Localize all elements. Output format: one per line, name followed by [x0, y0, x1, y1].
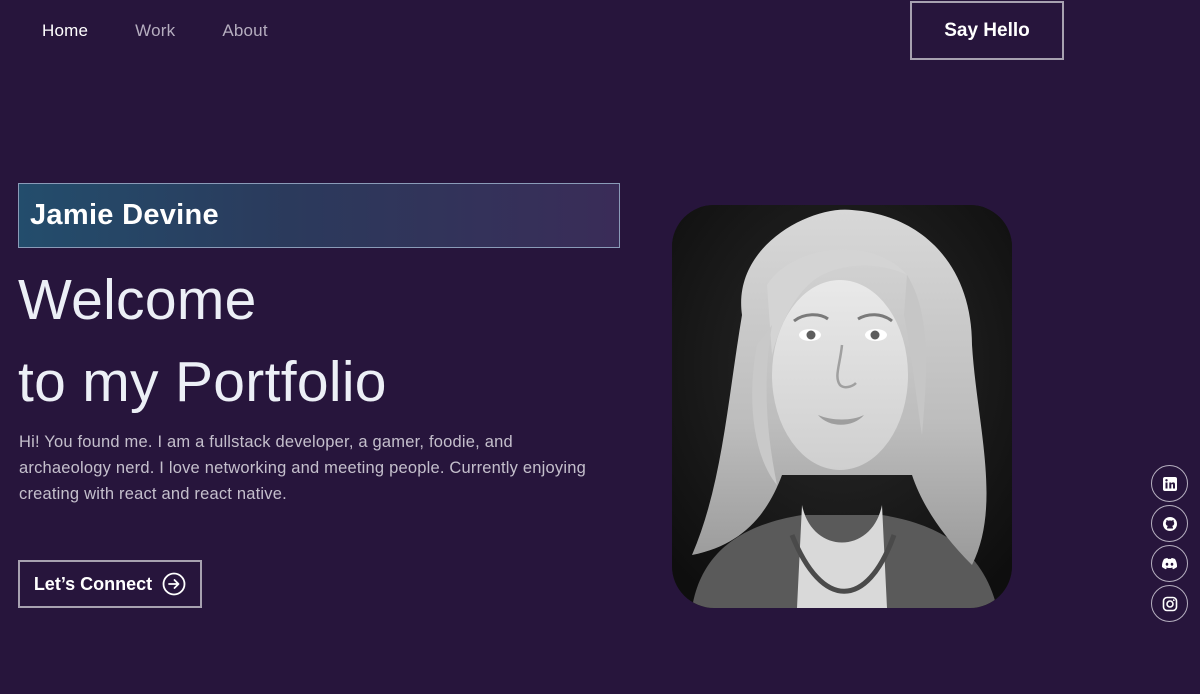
instagram-icon [1162, 596, 1178, 612]
discord-icon [1161, 557, 1178, 571]
lets-connect-label: Let’s Connect [33, 573, 153, 594]
nav-links: Home Work About [42, 21, 268, 41]
say-hello-button[interactable]: Say Hello [910, 1, 1064, 60]
intro-paragraph: Hi! You found me. I am a fullstack devel… [19, 433, 586, 503]
linkedin-link[interactable] [1151, 465, 1188, 502]
name-text: Jamie Devine [30, 199, 219, 231]
arrow-circle-right-icon [162, 572, 186, 596]
profile-photo [672, 205, 1012, 608]
nav-link-home[interactable]: Home [42, 21, 88, 41]
social-links [1151, 465, 1188, 622]
headline-line-2: to my Portfolio [18, 350, 387, 414]
nav-link-work[interactable]: Work [135, 21, 175, 41]
instagram-link[interactable] [1151, 585, 1188, 622]
github-link[interactable] [1151, 505, 1188, 542]
lets-connect-button[interactable]: Let’s Connect [18, 560, 202, 608]
name-banner: Jamie Devine [18, 183, 620, 248]
nav-link-about[interactable]: About [222, 21, 267, 41]
headline-line-1: Welcome [18, 268, 257, 332]
discord-link[interactable] [1151, 545, 1188, 582]
linkedin-icon [1162, 476, 1178, 492]
github-icon [1162, 516, 1178, 532]
top-navigation: Home Work About Say Hello [0, 0, 1200, 64]
